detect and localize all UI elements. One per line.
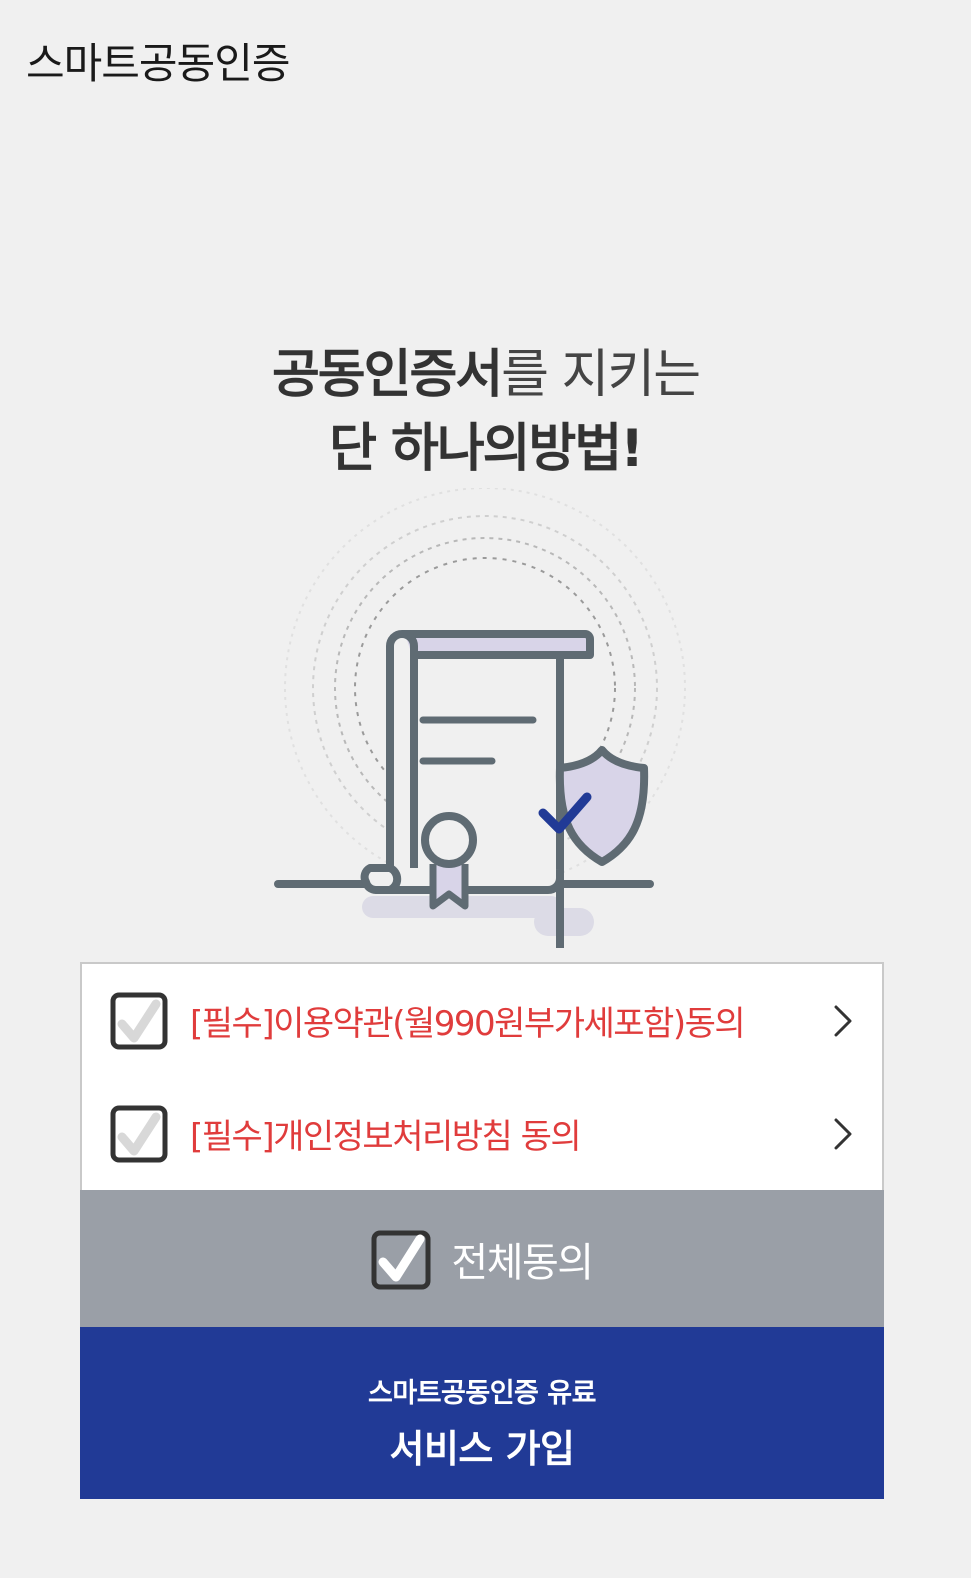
agree-all-button[interactable]: 전체동의 (80, 1190, 884, 1327)
chevron-right-icon[interactable] (830, 1114, 856, 1154)
term-row-privacy-policy[interactable]: [필수]개인정보처리방침 동의 (82, 1077, 882, 1190)
checkbox-checked-icon[interactable] (371, 1228, 433, 1290)
chevron-right-icon[interactable] (830, 1001, 856, 1041)
term-row-terms-of-use[interactable]: [필수]이용약관(월990원부가세포함)동의 (82, 964, 882, 1077)
terms-list: [필수]이용약관(월990원부가세포함)동의 [필수]개인정보처리방침 동의 (80, 962, 884, 1190)
headline-bold: 공동인증서 (271, 345, 503, 405)
headline-rest: 를 지키는 (501, 345, 701, 405)
signup-button[interactable]: 스마트공동인증 유료 서비스 가입 (80, 1327, 884, 1499)
agree-all-label: 전체동의 (451, 1239, 594, 1286)
headline: 공동인증서를 지키는 단 하나의방법! (0, 338, 971, 486)
signup-main-label: 서비스 가입 (389, 1427, 575, 1471)
checkbox-checked-icon[interactable] (110, 1105, 168, 1163)
term-label: [필수]이용약관(월990원부가세포함)동의 (190, 1004, 746, 1044)
headline-line1: 공동인증서를 지키는 (0, 338, 971, 412)
certificate-shield-icon (250, 487, 710, 1015)
app-title: 스마트공동인증 (26, 39, 290, 88)
term-label: [필수]개인정보처리방침 동의 (190, 1117, 582, 1157)
headline-line2: 단 하나의방법! (329, 419, 644, 479)
signup-sub-label: 스마트공동인증 유료 (368, 1378, 596, 1409)
checkbox-checked-icon[interactable] (110, 992, 168, 1050)
